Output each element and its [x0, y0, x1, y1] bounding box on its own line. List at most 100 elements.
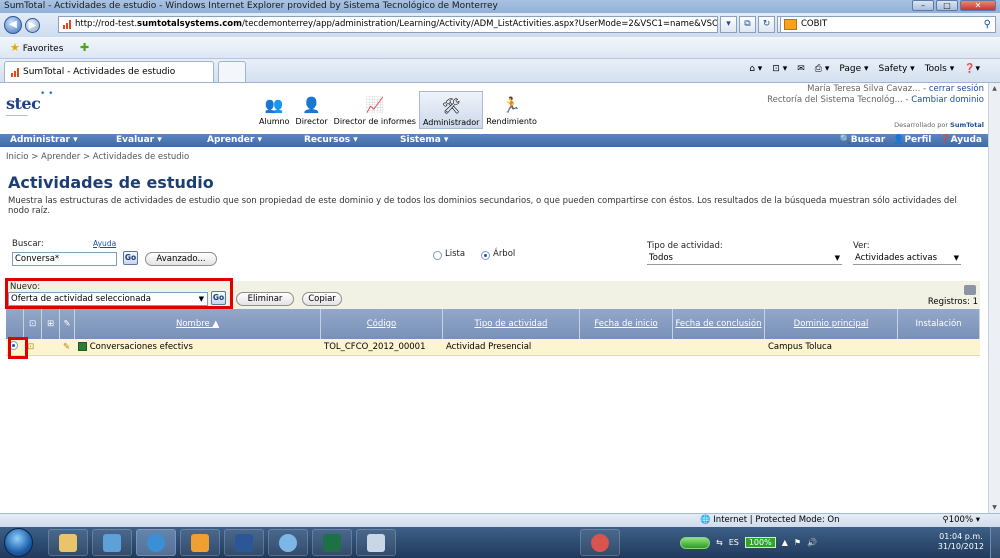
role-director[interactable]: 👤 Director [293, 91, 331, 129]
itunes-taskbar-button[interactable] [268, 529, 308, 556]
printer-icon[interactable] [964, 285, 976, 295]
view-tree-radio[interactable] [481, 251, 490, 260]
network-icon[interactable]: ⇆ [716, 538, 723, 547]
table-row[interactable]: ⊡ ✎ Conversaciones efectivs TOL_CFCO_201… [6, 339, 980, 356]
help-icon[interactable]: ❓▾ [964, 64, 980, 74]
role-rendimiento[interactable]: 🏃 Rendimiento [483, 91, 540, 129]
menu-search[interactable]: 🔍Buscar [840, 134, 886, 147]
menu-evaluar[interactable]: Evaluar ▾ [116, 134, 162, 147]
close-button[interactable]: ✕ [960, 0, 996, 11]
battery-percentage[interactable]: 100% [744, 537, 776, 548]
activity-install [898, 339, 980, 355]
col-dominio[interactable]: Dominio principal [765, 309, 898, 339]
flag-icon[interactable]: ⚑ [794, 538, 801, 547]
safety-menu[interactable]: Safety ▾ [879, 64, 915, 74]
excel-taskbar-button[interactable] [312, 529, 352, 556]
pencil-icon[interactable]: ✎ [63, 342, 70, 352]
feeds-icon[interactable]: ⊡ ▾ [772, 64, 787, 74]
breadcrumb: Inicio > Aprender > Actividades de estud… [6, 152, 190, 162]
scroll-down-icon[interactable]: ▼ [989, 502, 1000, 513]
page-menu[interactable]: Page ▾ [839, 64, 868, 74]
maximize-button[interactable]: □ [936, 0, 958, 11]
search-go-button[interactable]: Go [123, 251, 138, 265]
page-scrollbar[interactable]: ▲ ▼ [988, 83, 1000, 513]
window-title: SumTotal - Actividades de estudio - Wind… [4, 1, 498, 11]
refresh-icon[interactable]: ↻ [758, 16, 775, 33]
col-codigo[interactable]: Código [321, 309, 443, 339]
security-zone[interactable]: 🌐 Internet | Protected Mode: On [700, 514, 840, 527]
change-domain-link[interactable]: Cambiar dominio [911, 95, 984, 105]
activity-name[interactable]: Conversaciones efectivs [90, 342, 193, 352]
home-icon[interactable]: ⌂ ▾ [749, 64, 762, 74]
word-icon [235, 533, 253, 552]
logout-link[interactable]: cerrar sesión [929, 84, 984, 94]
app-taskbar-button[interactable] [580, 529, 620, 556]
magnifier-icon: 🔍 [839, 135, 851, 145]
outlook-taskbar-button[interactable] [180, 529, 220, 556]
menu-administrar[interactable]: Administrar ▾ [10, 134, 78, 147]
app-header: stec • • ───────── 👥 Alumno 👤 Director 📈… [0, 83, 988, 134]
search-input[interactable]: Conversa* [12, 252, 117, 266]
forward-button[interactable]: ▶ [25, 18, 40, 33]
activity-type-icon [78, 342, 87, 351]
start-button[interactable] [4, 528, 33, 557]
search-help-link[interactable]: Ayuda [93, 239, 116, 248]
search-provider-input[interactable]: COBIT ⚲ [780, 16, 996, 33]
tray-expand-icon[interactable]: ▲ [782, 538, 788, 547]
scroll-up-icon[interactable]: ▲ [989, 83, 1000, 94]
role-alumno[interactable]: 👥 Alumno [256, 91, 293, 129]
explorer-taskbar-button[interactable] [48, 529, 88, 556]
add-favorite-icon[interactable]: ✚ [80, 41, 89, 54]
menu-profile[interactable]: 👤Perfil [893, 134, 931, 147]
menu-help[interactable]: ❓Ayuda [939, 134, 982, 147]
zoom-level[interactable]: ⚲100% ▾ [942, 514, 980, 527]
tab-actividades[interactable]: SumTotal - Actividades de estudio [4, 61, 214, 82]
globe-icon: 🌐 [700, 515, 711, 525]
power-meter-icon[interactable] [680, 536, 710, 549]
menu-recursos[interactable]: Recursos ▾ [304, 134, 358, 147]
new-tab-button[interactable] [218, 61, 246, 82]
view-select[interactable]: Actividades activas ▼ [853, 252, 961, 265]
col-tipo[interactable]: Tipo de actividad [443, 309, 580, 339]
details-icon[interactable]: ⊡ [27, 342, 34, 352]
lync-taskbar-button[interactable] [92, 529, 132, 556]
col-fecha-conclusion[interactable]: Fecha de conclusión [673, 309, 765, 339]
language-indicator[interactable]: ES [729, 538, 739, 547]
role-administrador[interactable]: 🛠 Administrador [418, 91, 484, 129]
search-label: Buscar: [12, 239, 44, 249]
delete-button[interactable]: Eliminar [236, 292, 294, 306]
minimize-button[interactable]: – [912, 0, 934, 11]
role-director-informes[interactable]: 📈 Director de informes [331, 91, 419, 129]
address-input[interactable]: http://rod-test.sumtotalsystems.com/tecd… [58, 16, 718, 33]
activity-type: Actividad Presencial [446, 342, 532, 352]
word-taskbar-button[interactable] [224, 529, 264, 556]
favorites-button[interactable]: ★ Favorites [10, 41, 63, 54]
search-icon[interactable]: ⚲ [984, 17, 991, 32]
copy-button[interactable]: Copiar [302, 292, 342, 306]
volume-icon[interactable]: 🔊 [807, 538, 817, 547]
tools-menu[interactable]: Tools ▾ [925, 64, 955, 74]
activity-code: TOL_CFCO_2012_00001 [324, 342, 426, 352]
address-dropdown-icon[interactable]: ▾ [720, 16, 737, 33]
advanced-button[interactable]: Avanzado... [145, 252, 217, 266]
col-fecha-inicio[interactable]: Fecha de inicio [580, 309, 673, 339]
activity-type-select[interactable]: Todos ▼ [647, 252, 842, 265]
compatibility-view-icon[interactable]: ⧉ [739, 16, 756, 33]
menu-sistema[interactable]: Sistema ▾ [400, 134, 448, 147]
show-desktop-button[interactable] [990, 527, 1000, 558]
favorites-bar: ★ Favorites ✚ [0, 37, 1000, 59]
view-list-radio[interactable] [433, 251, 442, 260]
ie-taskbar-button[interactable] [136, 529, 176, 556]
print-icon[interactable]: ⎙ ▾ [815, 64, 830, 74]
col-nombre[interactable]: Nombre ▲ [75, 309, 321, 339]
mail-icon[interactable]: ✉ [797, 64, 805, 74]
role-switcher: 👥 Alumno 👤 Director 📈 Director de inform… [256, 91, 540, 129]
page-title: Actividades de estudio [8, 173, 214, 192]
record-count: Registros: 1 [927, 297, 978, 307]
menu-aprender[interactable]: Aprender ▾ [207, 134, 262, 147]
paint-taskbar-button[interactable] [356, 529, 396, 556]
back-button[interactable]: ◀ [4, 16, 22, 34]
edit-column-icon: ✎ [60, 309, 75, 339]
clock[interactable]: 01:04 p.m. 31/10/2012 [938, 532, 984, 552]
performance-icon: 🏃 [502, 96, 522, 114]
